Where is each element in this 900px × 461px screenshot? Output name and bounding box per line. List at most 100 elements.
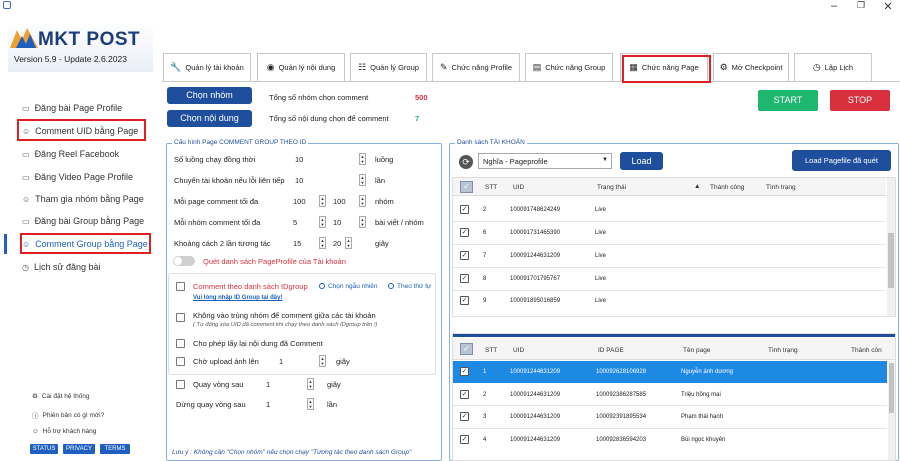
tab-account-manage[interactable]: 🔧 Quản lý tài khoản: [163, 53, 251, 81]
stop-loop-value[interactable]: 1: [266, 400, 270, 409]
row-checkbox[interactable]: ✓: [460, 274, 469, 283]
select-content-button[interactable]: Chọn nội dung: [167, 110, 252, 127]
load-scanned-button[interactable]: Load Pagefile đã quét: [792, 150, 891, 171]
account-select[interactable]: Nghĩa - Pageprofile ▼: [478, 153, 612, 169]
whats-new-link[interactable]: ⓘ Phiên bản có gì mới?: [32, 410, 104, 421]
wait-upload-value[interactable]: 1: [279, 357, 283, 366]
status-badge[interactable]: STATUS: [30, 444, 58, 454]
accounts-scrollbar[interactable]: [887, 178, 895, 316]
row-status: Live: [595, 253, 607, 259]
row-divider: [453, 267, 886, 268]
start-button[interactable]: START: [758, 90, 818, 111]
row-checkbox[interactable]: ✓: [460, 367, 469, 376]
row-checkbox[interactable]: ✓: [460, 205, 469, 214]
support-icon: ☺: [32, 428, 39, 435]
group-max-max[interactable]: 10: [333, 218, 341, 227]
random-radio[interactable]: [319, 283, 325, 289]
order-radio[interactable]: [388, 283, 394, 289]
scan-toggle-label: Quét danh sách PageProfile của Tài khoản: [203, 257, 346, 266]
allow-reuse-checkbox[interactable]: [176, 339, 185, 348]
threads-spinner[interactable]: ▲ ▼: [359, 153, 366, 165]
pages-scroll-thumb[interactable]: [889, 363, 894, 413]
row-divider: [453, 290, 886, 291]
scan-toggle[interactable]: [173, 256, 195, 266]
page-max-max-spinner[interactable]: ▲ ▼: [359, 195, 366, 207]
pages-select-all[interactable]: ✓: [460, 343, 473, 355]
enter-group-id-link[interactable]: Vui lòng nhập ID Group tại đây!: [193, 295, 282, 301]
group-max-label: Mỗi nhóm comment tối đa: [174, 218, 261, 227]
no-duplicate-checkbox[interactable]: [176, 313, 185, 322]
row-checkbox[interactable]: ✓: [460, 296, 469, 305]
row-checkbox[interactable]: ✓: [460, 251, 469, 260]
row-stt: 3: [483, 414, 487, 420]
row-uid: 100091748624249: [510, 207, 561, 213]
row-stt: 8: [483, 276, 487, 282]
random-label: Chọn ngẫu nhiên: [328, 283, 378, 290]
loop-checkbox[interactable]: [176, 380, 185, 389]
loop-spinner[interactable]: ▲ ▼: [307, 378, 314, 390]
group-max-min[interactable]: 5: [293, 218, 297, 227]
tab-checkpoint[interactable]: ⚙ Mở Checkpoint: [713, 53, 789, 81]
sidebar-item-history[interactable]: ◷ Lịch sử đăng bài: [22, 262, 101, 272]
tab-group-function[interactable]: ▤ Chức năng Group: [525, 53, 613, 81]
load-button[interactable]: Load: [620, 152, 663, 170]
switch-account-value[interactable]: 10: [295, 176, 303, 185]
tab-profile-function[interactable]: ✎ Chức năng Profile: [432, 53, 520, 81]
stop-loop-label: Dừng quay vòng sau: [176, 400, 246, 409]
delay-min[interactable]: 15: [293, 239, 301, 248]
comment-by-id-checkbox[interactable]: [176, 282, 185, 291]
maximize-button[interactable]: ❐: [853, 0, 869, 11]
switch-account-spinner[interactable]: ▲ ▼: [359, 174, 366, 186]
group-count-value: 500: [415, 93, 428, 102]
user-group-icon: ☺: [22, 194, 31, 204]
stop-button[interactable]: STOP: [830, 90, 890, 111]
active-indicator: [4, 234, 7, 254]
close-button[interactable]: ✕: [880, 0, 896, 13]
row-status: Live: [595, 298, 607, 304]
stop-loop-spinner[interactable]: ▲ ▼: [307, 398, 314, 410]
terms-badge[interactable]: TERMS: [100, 444, 130, 454]
highlight-tab-page: [622, 55, 711, 83]
privacy-badge[interactable]: PRIVACY: [63, 444, 95, 454]
page-max-min[interactable]: 100: [293, 197, 306, 206]
loop-value[interactable]: 1: [266, 380, 270, 389]
page-max-max[interactable]: 100: [333, 197, 346, 206]
group-max-min-spinner[interactable]: ▲ ▼: [319, 216, 326, 228]
row-page-id: 100092391895534: [596, 414, 647, 420]
refresh-icon[interactable]: ⟳: [459, 155, 473, 169]
group-function-icon: ▤: [532, 62, 542, 72]
sidebar-item-group-post[interactable]: ▭ Đăng bài Group bằng Page: [22, 216, 144, 226]
sidebar-item-video[interactable]: ▭ Đăng Video Page Profile: [22, 172, 133, 182]
row-checkbox[interactable]: ✓: [460, 435, 469, 444]
wait-upload-checkbox[interactable]: [176, 357, 185, 366]
tab-group-manage[interactable]: ☷ Quản lý Group: [350, 53, 427, 81]
sidebar-item-join-group[interactable]: ☺ Tham gia nhóm bằng Page: [22, 194, 144, 204]
accounts-select-all[interactable]: ✓: [460, 181, 473, 193]
switch-account-unit: lần: [375, 176, 386, 185]
select-group-button[interactable]: Chọn nhóm: [167, 87, 252, 104]
pages-scrollbar[interactable]: [888, 361, 895, 460]
support-link[interactable]: ☺ Hỗ trợ khách hàng: [32, 428, 96, 435]
row-checkbox[interactable]: ✓: [460, 228, 469, 237]
tab-content-manage[interactable]: ◉ Quản lý nội dung: [257, 53, 345, 81]
row-checkbox[interactable]: ✓: [460, 390, 469, 399]
minimize-button[interactable]: –: [826, 0, 842, 12]
wait-upload-spinner[interactable]: ▲ ▼: [319, 355, 326, 367]
sort-icon[interactable]: ▲: [694, 183, 700, 190]
group-max-max-spinner[interactable]: ▲ ▼: [359, 216, 366, 228]
sidebar-item-page-profile-post[interactable]: ▭ Đăng bài Page Profile: [22, 103, 122, 113]
delay-max-spinner[interactable]: ▲ ▼: [345, 237, 352, 249]
tab-schedule[interactable]: ◷ Lập Lịch: [794, 53, 872, 81]
sidebar-item-reel[interactable]: ▭ Đăng Reel Facebook: [22, 149, 119, 159]
row-stt: 9: [483, 298, 487, 304]
row-uid: 100091244631209: [510, 369, 561, 375]
config-note: Lưu ý : Không cần "Chọn nhóm" nếu chọn c…: [172, 449, 412, 456]
threads-value[interactable]: 10: [295, 155, 303, 164]
delay-max[interactable]: 20: [333, 239, 341, 248]
row-checkbox[interactable]: ✓: [460, 412, 469, 421]
accounts-scroll-thumb[interactable]: [888, 233, 894, 288]
delay-min-spinner[interactable]: ▲ ▼: [319, 237, 326, 249]
page-max-min-spinner[interactable]: ▲ ▼: [319, 195, 326, 207]
settings-link[interactable]: ⚙ Cài đặt hệ thống: [32, 392, 90, 401]
page-max-label: Mỗi page comment tối đa: [174, 197, 259, 206]
